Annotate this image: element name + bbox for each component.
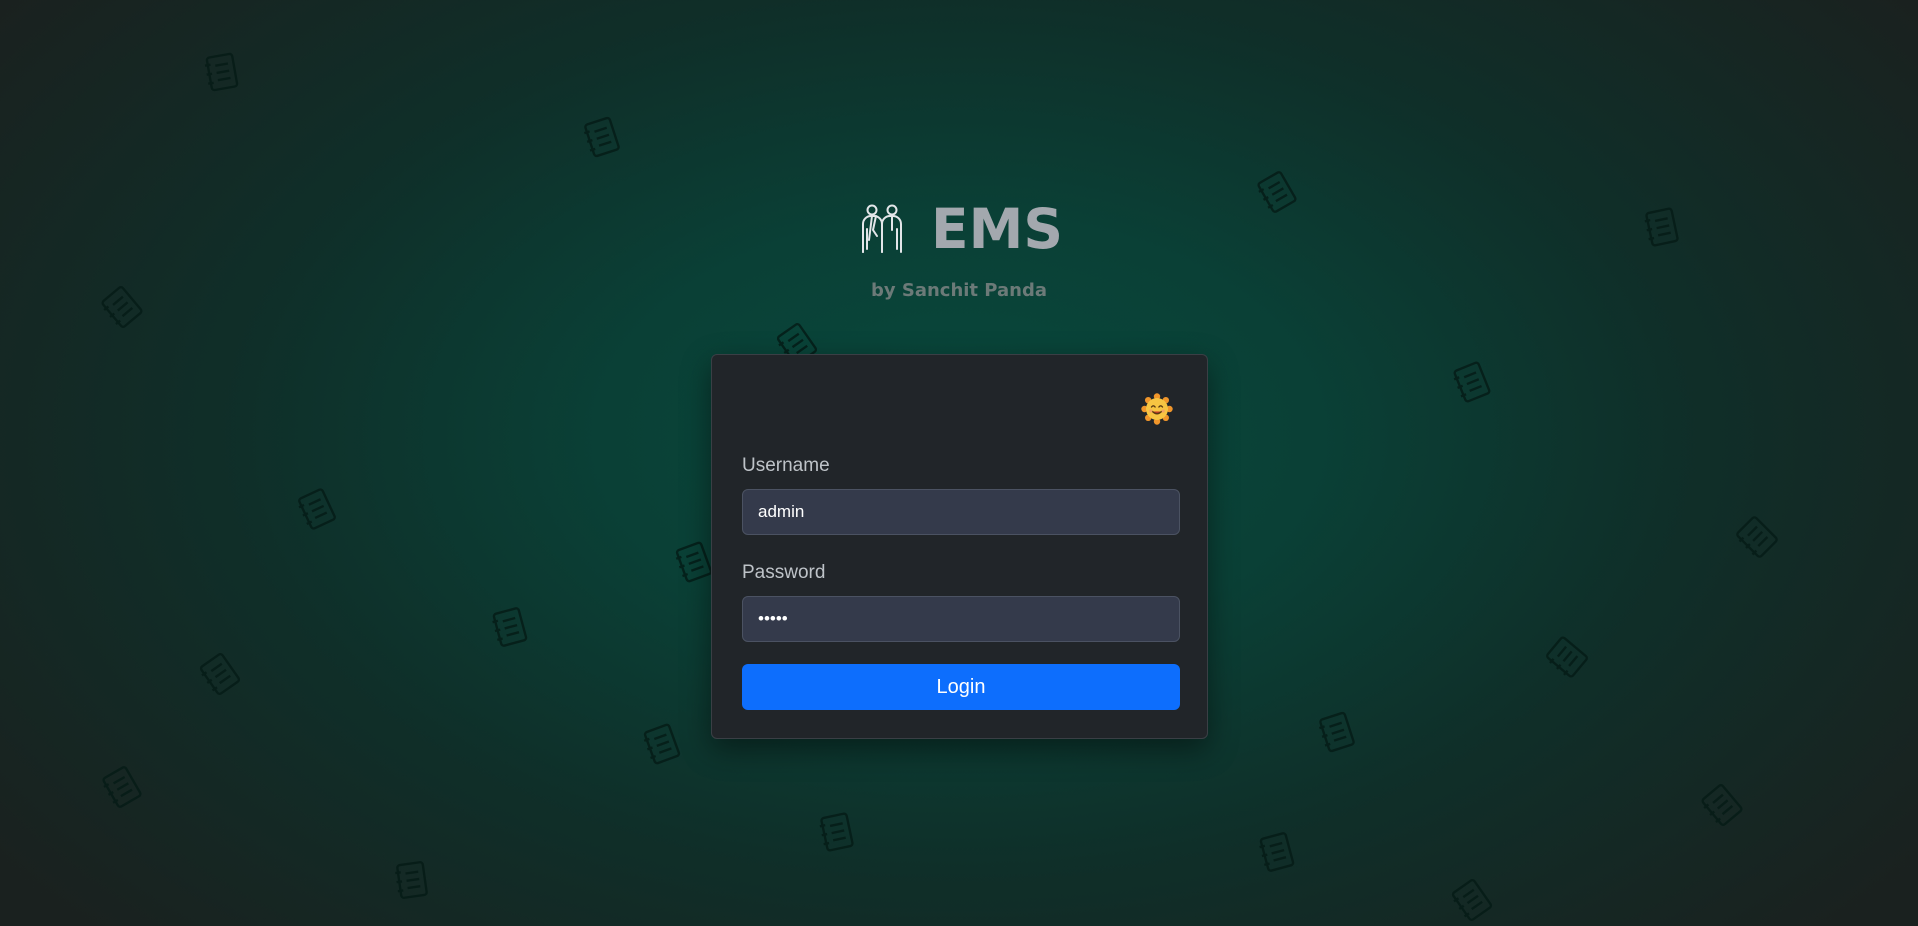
username-input[interactable] [742,489,1180,535]
notebook-icon [92,757,152,817]
notebook-icon [811,806,863,858]
notebook-icon [1726,506,1788,568]
password-label: Password [742,562,826,583]
theme-toggle-button[interactable] [1141,393,1173,425]
brand: EMS [855,196,1063,262]
notebook-icon [1691,774,1753,836]
app-title: EMS [931,197,1063,261]
employees-icon [855,202,909,256]
notebook-icon [197,47,248,98]
notebook-icon [634,716,690,772]
notebook-icon [1309,704,1364,759]
login-card: Username Password Login [711,354,1208,739]
notebook-icon [189,643,250,704]
notebook-icon [1250,825,1304,879]
notebook-icon [387,855,437,905]
login-button[interactable]: Login [742,664,1180,710]
notebook-icon [1536,626,1598,688]
username-label: Username [742,455,830,476]
notebook-icon [483,600,537,654]
notebook-icon [574,109,629,164]
smiling-sun-icon [1141,393,1173,425]
notebook-icon [1441,869,1502,926]
password-input[interactable] [742,596,1180,642]
notebook-icon [1443,353,1500,410]
notebook-icon [288,480,346,538]
app-subtitle: by Sanchit Panda [870,280,1048,301]
app-header: EMS by Sanchit Panda [0,196,1918,301]
